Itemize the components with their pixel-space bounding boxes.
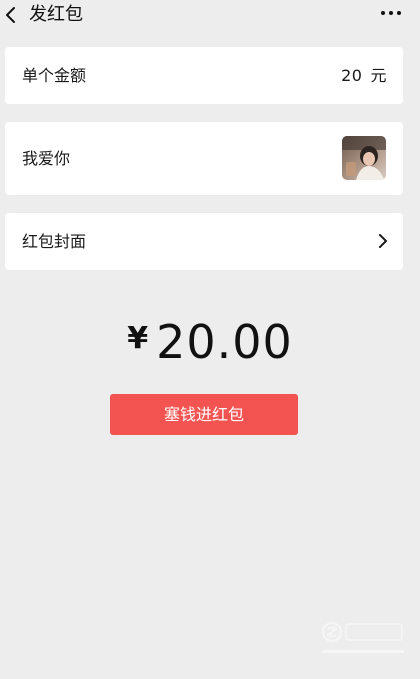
amount-input[interactable]: 20 元 (341, 66, 387, 86)
photo-thumbnail[interactable] (342, 136, 386, 180)
cover-row[interactable]: 红包封面 (5, 213, 403, 270)
amount-value: 20 (341, 66, 363, 85)
send-red-packet-button[interactable]: 塞钱进红包 (110, 394, 298, 435)
total-amount-value: 20.00 (156, 315, 293, 369)
currency-symbol: ¥ (127, 321, 149, 356)
amount-label: 单个金额 (22, 66, 87, 85)
message-row[interactable]: 我爱你 (5, 122, 403, 195)
chevron-right-icon (379, 234, 387, 248)
back-icon[interactable] (2, 5, 20, 25)
total-amount: ¥20.00 (0, 314, 420, 381)
more-options-icon[interactable] (380, 4, 402, 22)
message-text: 我爱你 (22, 149, 71, 168)
amount-row[interactable]: 单个金额 20 元 (5, 47, 403, 104)
top-nav-bar: 发红包 (0, 0, 420, 32)
cover-label: 红包封面 (22, 232, 87, 251)
amount-unit: 元 (370, 66, 387, 85)
page-title: 发红包 (29, 4, 83, 25)
watermark-logo (322, 622, 404, 653)
